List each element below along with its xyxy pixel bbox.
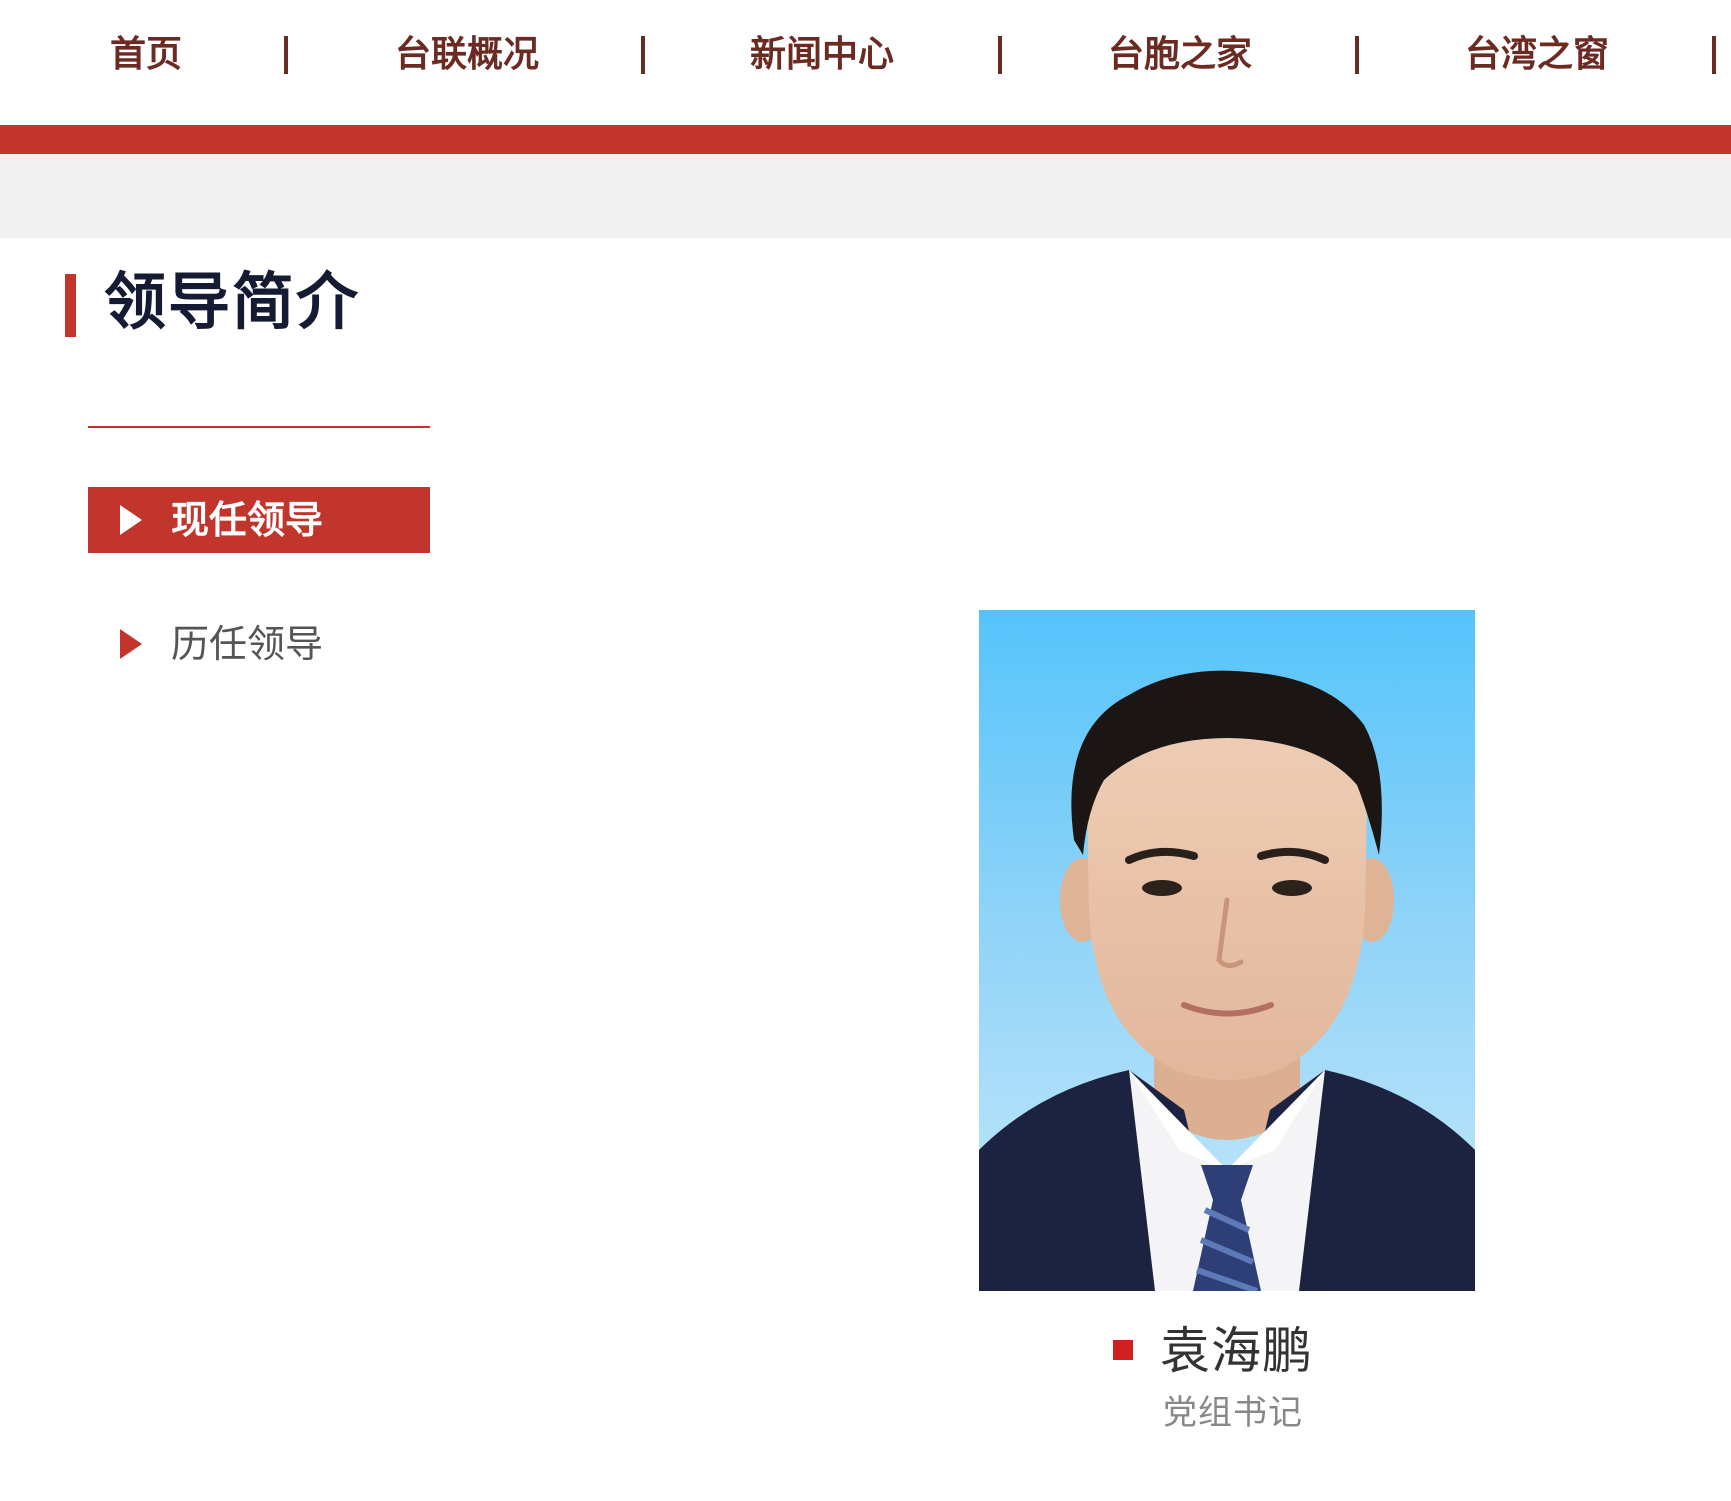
nav-separator [998, 36, 1002, 74]
nav-separator [1355, 36, 1359, 74]
nav-item-taiwan-window[interactable]: 台湾之窗 [1465, 27, 1609, 83]
nav-item-compatriots-home[interactable]: 台胞之家 [1108, 27, 1252, 83]
nav-separator [284, 36, 288, 74]
breadcrumb-band [0, 154, 1731, 238]
nav-separator [641, 36, 645, 74]
header-red-bar [0, 125, 1731, 154]
menu-item-current-leaders[interactable]: 现任领导 [88, 487, 430, 553]
nav-separator [1712, 36, 1716, 74]
top-nav: 首页 台联概况 新闻中心 台胞之家 台湾之窗 [0, 0, 1731, 125]
portrait-illustration [979, 670, 1475, 1291]
menu-divider [88, 426, 430, 428]
square-bullet-icon [1113, 1340, 1133, 1360]
leader-name[interactable]: 袁海鹏 [1160, 1318, 1313, 1384]
menu-item-label: 历任领导 [171, 622, 324, 666]
nav-item-home[interactable]: 首页 [110, 27, 182, 83]
leader-portrait[interactable] [979, 610, 1475, 1291]
menu-item-former-leaders[interactable]: 历任领导 [88, 611, 430, 677]
nav-item-news[interactable]: 新闻中心 [750, 27, 894, 83]
leader-position: 党组书记 [1163, 1393, 1303, 1433]
play-triangle-icon [120, 629, 142, 659]
play-triangle-icon [120, 505, 142, 535]
nav-item-overview[interactable]: 台联概况 [395, 27, 539, 83]
menu-item-label: 现任领导 [171, 498, 324, 542]
page: 首页 台联概况 新闻中心 台胞之家 台湾之窗 领导简介 现任领导 历任领导 袁海… [0, 0, 1731, 1501]
title-accent-mark [65, 274, 76, 337]
page-title: 领导简介 [104, 265, 361, 338]
